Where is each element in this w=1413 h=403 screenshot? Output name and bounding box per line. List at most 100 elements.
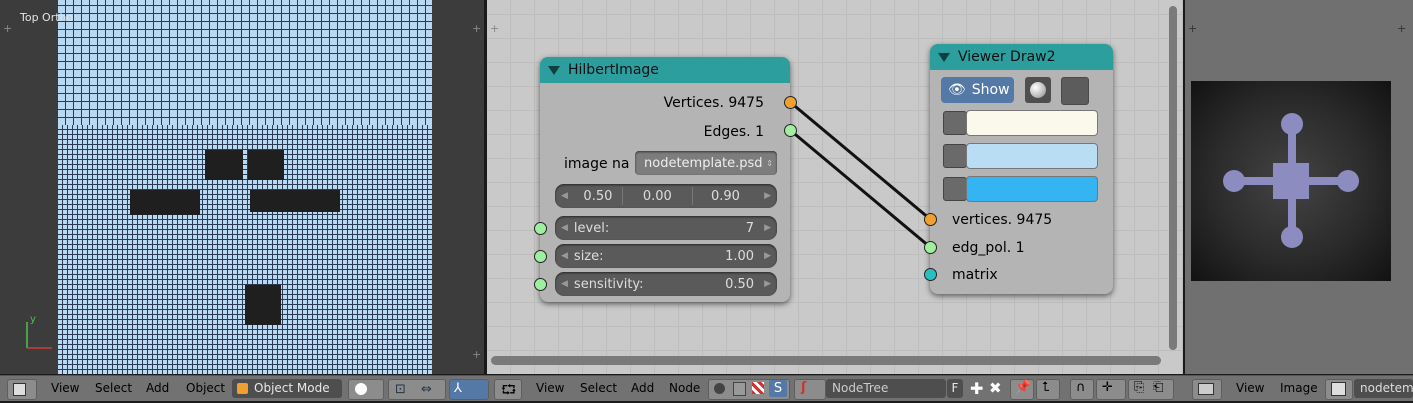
image-browse-button[interactable] <box>1325 379 1353 400</box>
area-corner-icon[interactable]: + <box>472 348 481 361</box>
copy-paste-buttons[interactable]: ⎘ ⎗ <box>1128 379 1174 400</box>
unlink-x-icon[interactable]: ✖ <box>989 376 1002 401</box>
pivot-snap-buttons[interactable]: ⊡ ⇔ <box>388 379 446 400</box>
decrement-arrow-icon[interactable]: ◀ <box>561 191 568 201</box>
color-b-value[interactable]: 0.90 <box>693 189 758 204</box>
decrement-arrow-icon[interactable]: ◀ <box>561 279 568 289</box>
link-vertices <box>789 100 931 221</box>
collapse-triangle-icon[interactable] <box>938 52 950 62</box>
sensitivity-field[interactable]: ◀ sensitivity: 0.50 ▶ <box>555 272 777 296</box>
go-parent-button[interactable]: ⮤ <box>1036 379 1060 400</box>
viewport-label: Top Ortho <box>20 11 74 24</box>
edge-color-field[interactable] <box>966 143 1098 169</box>
color-r-value[interactable]: 0.50 <box>574 189 622 204</box>
node-header[interactable]: Viewer Draw2 <box>930 44 1113 70</box>
image-name-field[interactable]: nodetemp <box>1354 379 1413 398</box>
face-color-field[interactable] <box>966 176 1098 202</box>
menu-view[interactable]: View <box>1236 376 1264 401</box>
texture-icon <box>733 382 746 396</box>
socket-level-in[interactable] <box>534 222 547 235</box>
show-toggle-button[interactable]: 👁 Show <box>941 77 1014 103</box>
socket-vertices-out[interactable] <box>784 96 797 109</box>
area-corner-icon[interactable]: + <box>1397 22 1406 35</box>
node-viewer-draw[interactable]: Viewer Draw2 👁 Show vertices. 9475 edg_p… <box>924 44 1113 294</box>
shading-button[interactable] <box>1025 77 1051 103</box>
viewport-shading-button[interactable] <box>348 379 384 400</box>
node-editor[interactable]: + HilbertImage Vertices. 9475 Edges. 1 i… <box>487 0 1183 374</box>
parent-arrow-icon: ⮤ <box>1042 380 1050 395</box>
menu-node[interactable]: Node <box>669 376 700 401</box>
color-g-value[interactable]: 0.00 <box>623 189 692 204</box>
editor-type-button[interactable] <box>7 379 37 400</box>
level-field[interactable]: ◀ level: 7 ▶ <box>555 216 777 240</box>
increment-arrow-icon[interactable]: ▶ <box>764 279 771 289</box>
node-hilbert-image[interactable]: HilbertImage Vertices. 9475 Edges. 1 ima… <box>534 57 797 302</box>
decrement-arrow-icon[interactable]: ◀ <box>561 251 568 261</box>
menu-view[interactable]: View <box>536 376 564 401</box>
pattern-gap <box>245 285 281 325</box>
socket-matrix-in[interactable] <box>924 268 937 281</box>
pin-button[interactable]: 📌 <box>1010 379 1034 400</box>
eye-icon: 👁 <box>948 82 966 98</box>
tree-type-buttons[interactable]: S <box>708 379 790 400</box>
area-corner-icon[interactable]: + <box>3 22 12 35</box>
increment-arrow-icon[interactable]: ▶ <box>764 251 771 261</box>
hilbert-curve-pattern-coarse <box>58 0 432 125</box>
node-title: HilbertImage <box>568 62 659 78</box>
node-tree-name-field[interactable]: NodeTree <box>826 379 946 398</box>
menu-select[interactable]: Select <box>95 376 132 401</box>
size-field[interactable]: ◀ size: 1.00 ▶ <box>555 244 777 268</box>
sverchok-icon: S <box>769 380 787 397</box>
menu-add[interactable]: Add <box>631 376 654 401</box>
compositor-icon <box>752 382 764 394</box>
paste-icon: ⎗ <box>1153 380 1164 395</box>
edge-cube-icon <box>943 144 967 168</box>
manipulator-button[interactable]: ⅄ <box>449 379 489 400</box>
vertex-color-field[interactable] <box>966 110 1098 136</box>
color-vector-field[interactable]: ◀ 0.50 0.00 0.90 ▶ <box>555 184 777 208</box>
fake-user-button[interactable]: F <box>947 379 963 398</box>
area-corner-icon[interactable]: + <box>472 22 481 35</box>
area-corner-icon[interactable]: + <box>1188 22 1197 35</box>
node-header[interactable]: HilbertImage <box>540 57 790 83</box>
socket-size-in[interactable] <box>534 250 547 263</box>
object-mode-icon <box>237 383 248 394</box>
socket-vertices-in[interactable] <box>924 213 937 226</box>
input-vertices-label: vertices. 9475 <box>952 212 1053 228</box>
image-icon <box>1331 382 1346 396</box>
snap-button[interactable]: ∩ <box>1070 379 1094 400</box>
menu-object[interactable]: Object <box>186 376 225 401</box>
pivot-icon: ⊡ <box>395 382 406 397</box>
increment-arrow-icon[interactable]: ▶ <box>764 223 771 233</box>
output-edges-label: Edges. 1 <box>703 124 764 140</box>
image-editor[interactable]: + + <box>1185 0 1413 374</box>
decrement-arrow-icon[interactable]: ◀ <box>561 223 568 233</box>
menu-add[interactable]: Add <box>146 376 169 401</box>
pattern-gap <box>248 150 284 180</box>
socket-sensitivity-in[interactable] <box>534 278 547 291</box>
tree-browse-button[interactable]: ʃ <box>794 379 826 400</box>
collapse-triangle-icon[interactable] <box>548 65 560 75</box>
magnet-icon: ∩ <box>1076 380 1086 395</box>
menu-view[interactable]: View <box>51 376 79 401</box>
pattern-gap <box>205 150 243 180</box>
image-name-select[interactable]: nodetemplate.psd ⇕ <box>635 151 777 175</box>
node-title: Viewer Draw2 <box>958 49 1056 65</box>
socket-edges-out[interactable] <box>784 124 797 137</box>
header-bar: View Select Add Object Object Mode ⊡ ⇔ ⅄… <box>0 375 1413 401</box>
mode-select[interactable]: Object Mode <box>232 379 342 398</box>
image-preview[interactable] <box>1191 81 1391 281</box>
3d-viewport[interactable]: Top Ortho + + + y <box>0 0 484 374</box>
extra-toggle-button[interactable] <box>1061 77 1089 105</box>
socket-edges-in[interactable] <box>924 241 937 254</box>
layer-button[interactable]: ⮔ <box>494 379 522 400</box>
editor-type-button[interactable] <box>1192 379 1222 400</box>
increment-arrow-icon[interactable]: ▶ <box>764 191 771 201</box>
menu-select[interactable]: Select <box>580 376 617 401</box>
menu-image[interactable]: Image <box>1280 376 1318 401</box>
node-tree-icon: ʃ <box>801 380 807 395</box>
image-name-label: image na <box>564 156 630 172</box>
snap-target-button[interactable]: ✛ <box>1096 379 1126 400</box>
new-tree-plus-icon[interactable]: ✚ <box>970 376 983 401</box>
vertex-cube-icon <box>943 111 967 135</box>
